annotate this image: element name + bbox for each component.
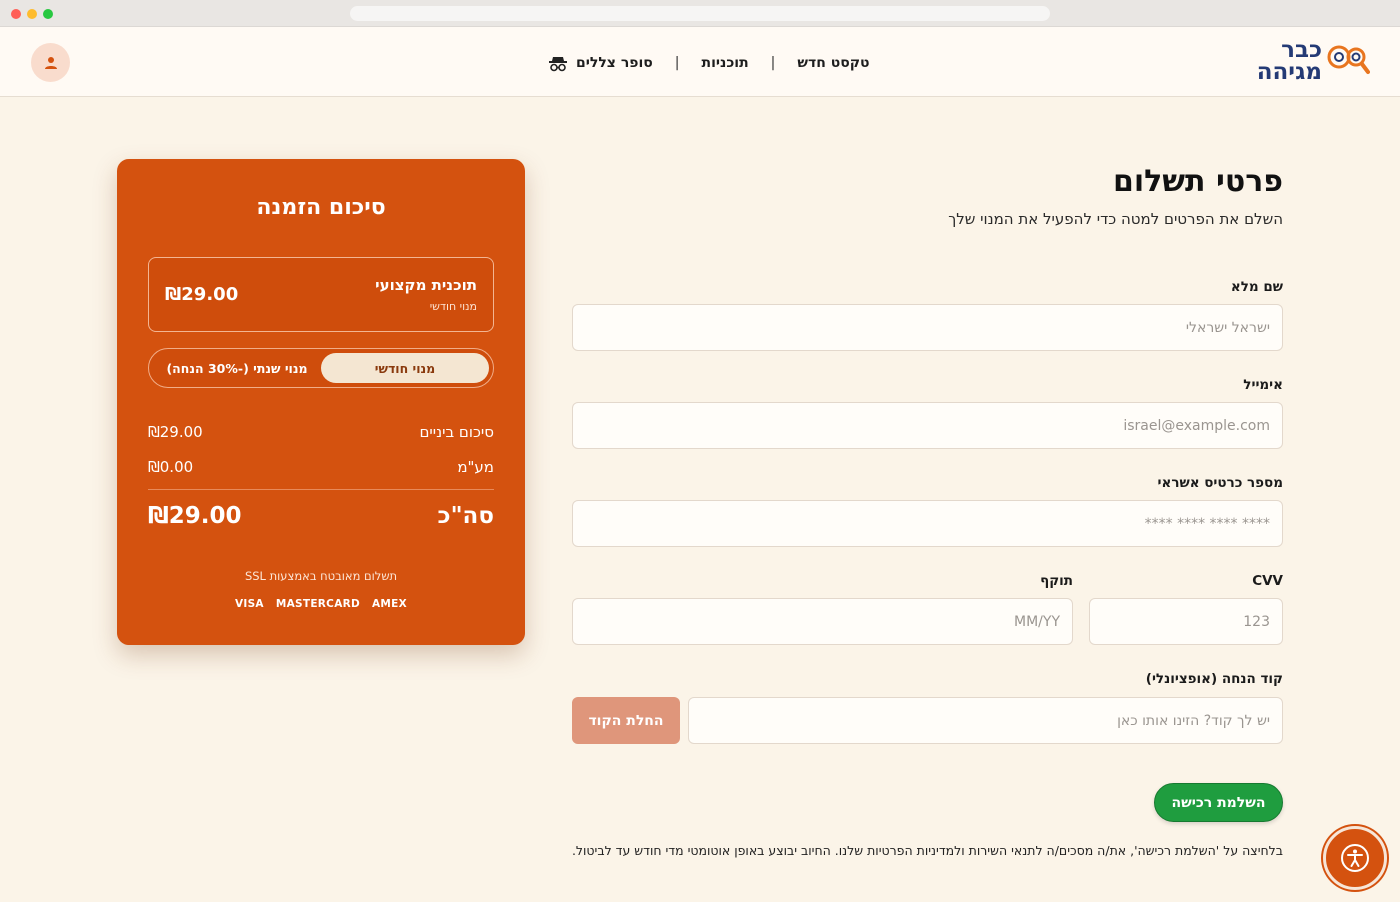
apply-coupon-button[interactable]: החלת הקוד bbox=[572, 697, 680, 744]
complete-purchase-button[interactable]: השלמת רכישה bbox=[1154, 783, 1283, 822]
expiry-label: תוקף bbox=[1040, 573, 1073, 589]
logo-wordmark: כבר מגיהה bbox=[1256, 37, 1322, 85]
nav-separator: | bbox=[674, 55, 680, 71]
top-header: טקסט חדש | תוכניות | סופר צללים כבר מגיה… bbox=[0, 27, 1400, 97]
subtotal-value: ₪29.00 bbox=[148, 423, 203, 441]
user-avatar-button[interactable] bbox=[31, 43, 70, 82]
coupon-input[interactable] bbox=[688, 697, 1283, 744]
brand-mastercard: MASTERCARD bbox=[275, 598, 361, 610]
card-number-label: מספר כרטיס אשראי bbox=[1157, 475, 1283, 491]
coupon-label: קוד הנחה (אופציונלי) bbox=[1145, 671, 1283, 687]
order-summary-card: סיכום הזמנה תוכנית מקצועי מנוי חודשי ₪29… bbox=[117, 159, 525, 645]
nav-plans[interactable]: תוכניות bbox=[702, 55, 749, 71]
brand-amex: AMEX bbox=[372, 598, 408, 610]
card-number-input[interactable] bbox=[572, 500, 1283, 547]
plan-price: ₪29.00 bbox=[165, 284, 239, 305]
card-brands: VISA MASTERCARD AMEX bbox=[117, 598, 525, 610]
nav-new-text[interactable]: טקסט חדש bbox=[797, 55, 869, 71]
billing-period-toggle: מנוי חודשי מנוי שנתי (-30% הנחה) bbox=[148, 348, 494, 388]
maximize-window-button[interactable] bbox=[43, 9, 53, 19]
total-row: סה"כ ₪29.00 bbox=[148, 503, 494, 529]
toggle-yearly[interactable]: מנוי שנתי (-30% הנחה) bbox=[153, 353, 321, 383]
summary-title: סיכום הזמנה bbox=[256, 195, 386, 220]
cvv-input[interactable] bbox=[1089, 598, 1283, 645]
terms-notice: בלחיצה על 'השלמת רכישה', את/ה מסכים/ה לת… bbox=[571, 843, 1283, 858]
nav-new-text-label: טקסט חדש bbox=[797, 55, 870, 71]
magnifier-glasses-icon bbox=[1327, 45, 1370, 74]
nav-super-shadows[interactable]: סופר צללים bbox=[548, 54, 653, 72]
selected-plan-box: תוכנית מקצועי מנוי חודשי ₪29.00 bbox=[148, 257, 494, 332]
vat-label: מע"מ bbox=[457, 458, 494, 476]
nav-super-shadows-label: סופר צללים bbox=[576, 55, 653, 71]
minimize-window-button[interactable] bbox=[27, 9, 37, 19]
vat-row: מע"מ ₪0.00 bbox=[148, 458, 494, 476]
vat-value: ₪0.00 bbox=[148, 458, 194, 476]
toggle-monthly[interactable]: מנוי חודשי bbox=[321, 353, 489, 383]
logo-line-2: מגיהה bbox=[1256, 59, 1322, 85]
secure-payment-note: תשלום מאובטח באמצעות SSL bbox=[244, 569, 398, 583]
page-title: פרטי תשלום bbox=[1112, 164, 1283, 199]
window-chrome bbox=[0, 0, 1400, 27]
payment-form: פרטי תשלום השלם את הפרטים למטה כדי להפעי… bbox=[572, 150, 1283, 232]
logo-line-1: כבר bbox=[1281, 37, 1322, 63]
page-subtitle: השלם את הפרטים למטה כדי להפעיל את המנוי … bbox=[948, 210, 1283, 228]
total-value: ₪29.00 bbox=[148, 503, 242, 529]
address-bar[interactable] bbox=[350, 6, 1050, 21]
nav-separator: | bbox=[770, 55, 776, 71]
brand-visa: VISA bbox=[234, 598, 264, 610]
plan-name: תוכנית מקצועי bbox=[375, 276, 477, 294]
plan-period: מנוי חודשי bbox=[429, 300, 477, 313]
close-window-button[interactable] bbox=[11, 9, 21, 19]
subtotal-label: סיכום ביניים bbox=[419, 423, 494, 441]
summary-divider bbox=[148, 489, 494, 490]
site-logo[interactable]: כבר מגיהה bbox=[1250, 39, 1370, 85]
email-label: אימייל bbox=[1243, 377, 1283, 393]
email-input[interactable] bbox=[572, 402, 1283, 449]
total-label: סה"כ bbox=[437, 503, 494, 529]
expiry-input[interactable] bbox=[572, 598, 1073, 645]
accessibility-button[interactable] bbox=[1323, 826, 1387, 890]
spy-icon bbox=[549, 57, 567, 72]
full-name-label: שם מלא bbox=[1230, 279, 1283, 295]
user-icon bbox=[44, 56, 57, 69]
accessibility-icon bbox=[1341, 844, 1369, 872]
main-nav: טקסט חדש | תוכניות | סופר צללים bbox=[548, 52, 870, 74]
coupon-apply-wrapper: החלת הקוד bbox=[572, 697, 680, 744]
full-name-input[interactable] bbox=[572, 304, 1283, 351]
nav-plans-label: תוכניות bbox=[701, 55, 749, 71]
cvv-label: CVV bbox=[1252, 573, 1283, 589]
subtotal-row: סיכום ביניים ₪29.00 bbox=[148, 423, 494, 441]
